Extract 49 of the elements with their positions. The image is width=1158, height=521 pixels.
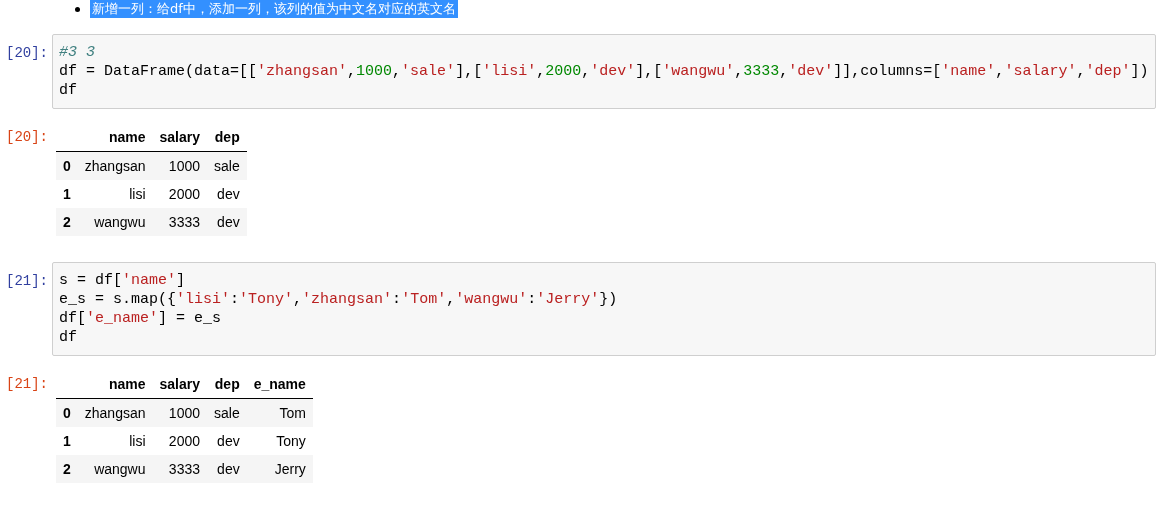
row-index: 2 xyxy=(56,208,78,236)
table-cell: dev xyxy=(207,208,247,236)
code-line: df['e_name'] = e_s xyxy=(59,309,223,328)
input-prompt: [20]: xyxy=(5,44,49,61)
table-cell: 1000 xyxy=(152,151,207,180)
output-prompt: [20]: xyxy=(5,128,49,145)
table-cell: sale xyxy=(207,151,247,180)
table-cell: 2000 xyxy=(152,180,207,208)
table-cell: dev xyxy=(207,455,247,483)
code-line: df = DataFrame(data=[['zhangsan',1000,'sale'],['lisi',2000,'dev'],['wangwu',3333,'dev']],columns=['name','salary','dep']) xyxy=(59,62,1149,81)
table-cell: Tony xyxy=(246,427,313,455)
table-cell: zhangsan xyxy=(77,398,153,427)
table-cell: 3333 xyxy=(152,455,207,483)
code-cell[interactable]: #3 3 df = DataFrame(data=[['zhangsan',1000,'sale'],['lisi',2000,'dev'],['wangwu',3333,'dev']],columns=['name','salary','dep']) df xyxy=(52,34,1156,109)
code-line: df xyxy=(59,328,78,347)
column-header: e_name xyxy=(246,370,313,399)
table-cell: sale xyxy=(207,398,247,427)
table-cell: dev xyxy=(207,427,247,455)
code-line: #3 3 xyxy=(59,43,96,62)
column-header: name xyxy=(77,370,153,399)
bullet-icon xyxy=(75,6,80,12)
row-index: 0 xyxy=(56,151,78,180)
column-header: dep xyxy=(207,123,247,152)
table-cell: dev xyxy=(207,180,247,208)
table-cell: wangwu xyxy=(77,208,153,236)
column-header: dep xyxy=(207,370,247,399)
table-cell: zhangsan xyxy=(77,151,153,180)
column-header: name xyxy=(77,123,153,152)
table-cell: Jerry xyxy=(246,455,313,483)
input-prompt: [21]: xyxy=(5,272,49,289)
code-line: s = df['name'] xyxy=(59,271,187,290)
table-cell: lisi xyxy=(77,427,153,455)
column-header: salary xyxy=(152,370,207,399)
table-cell: Tom xyxy=(246,398,313,427)
table-cell: wangwu xyxy=(77,455,153,483)
column-header: salary xyxy=(152,123,207,152)
code-line: e_s = s.map({'lisi':'Tony','zhangsan':'Tom','wangwu':'Jerry'}) xyxy=(59,290,619,309)
table-cell: 3333 xyxy=(152,208,207,236)
row-index: 1 xyxy=(56,180,78,208)
table-cell: 1000 xyxy=(152,398,207,427)
selected-text: 新增一列：给df中，添加一列，该列的值为中文名对应的英文名 xyxy=(90,0,458,18)
row-index: 0 xyxy=(56,398,78,427)
code-cell[interactable]: s = df['name'] e_s = s.map({'lisi':'Tony','zhangsan':'Tom','wangwu':'Jerry'}) df['e_name'] = e_s df xyxy=(52,262,1156,356)
output-prompt: [21]: xyxy=(5,375,49,392)
table-cell: lisi xyxy=(77,180,153,208)
row-index: 2 xyxy=(56,455,78,483)
row-index: 1 xyxy=(56,427,78,455)
table-cell: 2000 xyxy=(152,427,207,455)
code-line: df xyxy=(59,81,78,100)
